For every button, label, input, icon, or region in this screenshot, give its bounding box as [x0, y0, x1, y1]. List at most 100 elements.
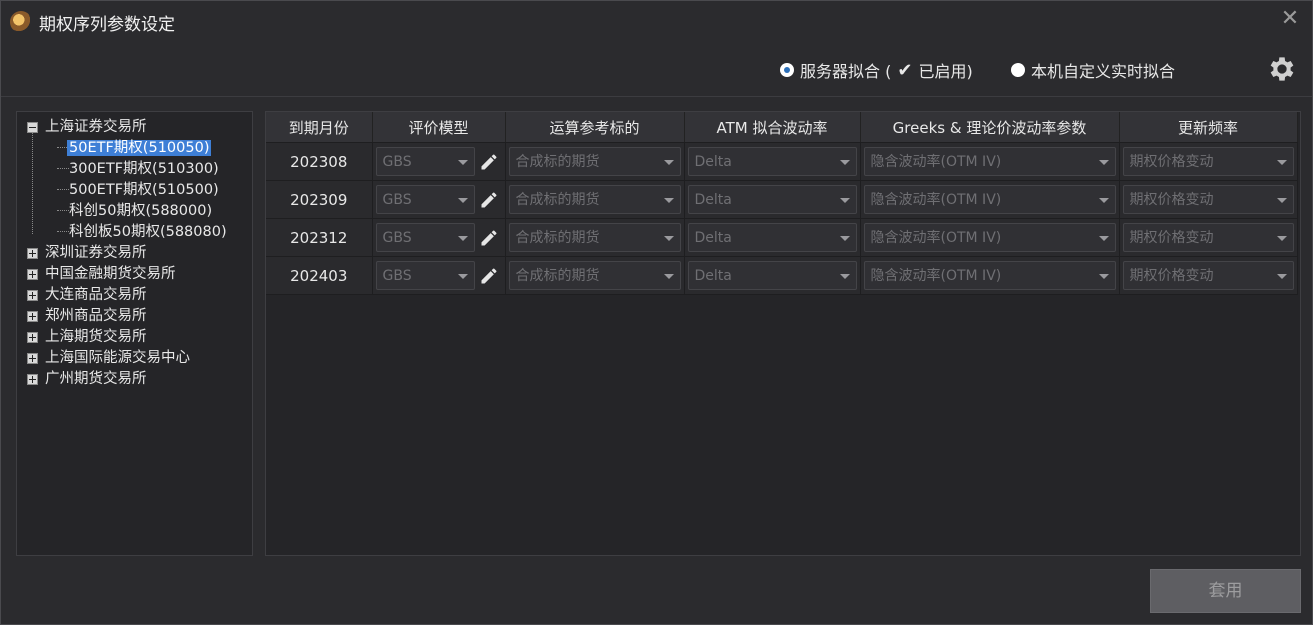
chevron-down-icon: [1098, 274, 1109, 279]
server-fit-radio[interactable]: 服务器拟合 ( ✔ 已启用): [780, 57, 973, 83]
expand-icon[interactable]: [27, 269, 38, 280]
atm-value: Delta: [694, 192, 732, 208]
frequency-dropdown[interactable]: 期权价格变动: [1122, 261, 1294, 290]
app-logo-icon: [10, 11, 32, 33]
greeks-vol-dropdown[interactable]: 隐含波动率(OTM IV): [863, 261, 1116, 290]
greeks-value: 隐含波动率(OTM IV): [870, 192, 1002, 208]
apply-button[interactable]: 套用: [1150, 569, 1301, 613]
tree-node-label: 大连商品交易所: [45, 287, 147, 303]
frequency-dropdown[interactable]: 期权价格变动: [1122, 185, 1294, 214]
server-enabled-label: 已启用): [918, 62, 973, 81]
pencil-icon[interactable]: [479, 266, 499, 286]
greeks-value: 隐含波动率(OTM IV): [870, 154, 1002, 170]
collapse-icon[interactable]: [27, 122, 38, 133]
tree-item-500etf[interactable]: 500ETF期权(510500): [69, 180, 219, 200]
expiry-month: 202403: [266, 256, 373, 295]
chevron-down-icon: [457, 236, 468, 241]
underlying-dropdown[interactable]: 合成标的期货: [508, 185, 681, 214]
tree-node-czce[interactable]: 郑州商品交易所: [27, 306, 147, 326]
chevron-down-icon: [663, 274, 674, 279]
underlying-dropdown[interactable]: 合成标的期货: [508, 261, 681, 290]
model-dropdown[interactable]: GBS: [375, 261, 475, 290]
underlying-cell: 合成标的期货: [505, 256, 685, 295]
chevron-down-icon: [839, 236, 850, 241]
tree-node-dce[interactable]: 大连商品交易所: [27, 285, 147, 305]
exchange-tree: 上海证券交易所 50ETF期权(510050) 300ETF期权(510300)…: [16, 111, 253, 556]
tree-item-label: 科创50期权(588000): [69, 203, 213, 219]
chevron-down-icon: [457, 198, 468, 203]
chevron-down-icon: [663, 160, 674, 165]
tree-item-50etf[interactable]: 50ETF期权(510050): [67, 138, 212, 158]
tree-node-gfex[interactable]: 广州期货交易所: [27, 369, 147, 389]
chevron-down-icon: [839, 274, 850, 279]
expand-icon[interactable]: [27, 311, 38, 322]
greeks-cell: 隐含波动率(OTM IV): [860, 256, 1120, 295]
window-title: 期权序列参数设定: [39, 15, 175, 35]
pencil-icon[interactable]: [479, 190, 499, 210]
tree-node-label: 深圳证券交易所: [45, 245, 147, 261]
model-value: GBS: [382, 230, 412, 246]
underlying-cell: 合成标的期货: [505, 180, 685, 219]
radio-unselected-icon: [1011, 63, 1025, 77]
atm-value: Delta: [694, 154, 732, 170]
expand-icon[interactable]: [27, 332, 38, 343]
gear-icon[interactable]: [1266, 53, 1298, 85]
dialog-window: 期权序列参数设定 ✕ 服务器拟合 ( ✔ 已启用) 本机自定义实时拟合 上海证券…: [0, 0, 1313, 625]
chevron-down-icon: [1276, 274, 1287, 279]
expand-icon[interactable]: [27, 248, 38, 259]
pencil-icon[interactable]: [479, 228, 499, 248]
expand-icon[interactable]: [27, 353, 38, 364]
atm-vol-dropdown[interactable]: Delta: [687, 261, 857, 290]
close-icon[interactable]: ✕: [1278, 7, 1302, 31]
tree-node-cffex[interactable]: 中国金融期货交易所: [27, 264, 176, 284]
tree-item-300etf[interactable]: 300ETF期权(510300): [69, 159, 219, 179]
tree-item-kcb50[interactable]: 科创板50期权(588080): [69, 222, 227, 242]
frequency-dropdown[interactable]: 期权价格变动: [1122, 223, 1294, 252]
atm-vol-dropdown[interactable]: Delta: [687, 147, 857, 176]
header-underlying: 运算参考标的: [505, 112, 685, 143]
tree-item-kc50[interactable]: 科创50期权(588000): [69, 201, 212, 221]
greeks-vol-dropdown[interactable]: 隐含波动率(OTM IV): [863, 223, 1116, 252]
chevron-down-icon: [663, 198, 674, 203]
greeks-vol-dropdown[interactable]: 隐含波动率(OTM IV): [863, 147, 1116, 176]
tree-node-szse[interactable]: 深圳证券交易所: [27, 243, 147, 263]
atm-cell: Delta: [684, 180, 861, 219]
expand-icon[interactable]: [27, 374, 38, 385]
greeks-cell: 隐含波动率(OTM IV): [860, 142, 1120, 181]
chevron-down-icon: [457, 160, 468, 165]
frequency-dropdown[interactable]: 期权价格变动: [1122, 147, 1294, 176]
expand-icon[interactable]: [27, 290, 38, 301]
model-dropdown[interactable]: GBS: [375, 185, 475, 214]
series-params-grid: 到期月份 评价模型 运算参考标的 ATM 拟合波动率 Greeks & 理论价波…: [265, 111, 1301, 556]
chevron-down-icon: [1098, 198, 1109, 203]
tree-node-label: 上海期货交易所: [45, 329, 147, 345]
atm-vol-dropdown[interactable]: Delta: [687, 185, 857, 214]
underlying-dropdown[interactable]: 合成标的期货: [508, 223, 681, 252]
radio-selected-icon: [780, 63, 794, 77]
expiry-month: 202308: [266, 142, 373, 181]
header-model: 评价模型: [372, 112, 506, 143]
tree-node-shfe[interactable]: 上海期货交易所: [27, 327, 147, 347]
tree-node-ine[interactable]: 上海国际能源交易中心: [27, 348, 190, 368]
pencil-icon[interactable]: [479, 152, 499, 172]
model-dropdown[interactable]: GBS: [375, 147, 475, 176]
greeks-vol-dropdown[interactable]: 隐含波动率(OTM IV): [863, 185, 1116, 214]
underlying-dropdown[interactable]: 合成标的期货: [508, 147, 681, 176]
tree-node-label: 上海国际能源交易中心: [45, 350, 190, 366]
table-row: 202403 GBS 合成标的期货 Delta 隐含波动率(OTM IV) 期权…: [266, 256, 1298, 295]
model-value: GBS: [382, 154, 412, 170]
frequency-value: 期权价格变动: [1129, 268, 1214, 284]
atm-cell: Delta: [684, 142, 861, 181]
params-table: 到期月份 评价模型 运算参考标的 ATM 拟合波动率 Greeks & 理论价波…: [266, 112, 1298, 295]
table-row: 202308 GBS 合成标的期货 Delta 隐含波动率(OTM IV) 期权…: [266, 142, 1298, 181]
model-dropdown[interactable]: GBS: [375, 223, 475, 252]
local-fit-radio[interactable]: 本机自定义实时拟合: [1011, 57, 1175, 83]
tree-node-sse[interactable]: 上海证券交易所: [27, 117, 147, 137]
chevron-down-icon: [663, 236, 674, 241]
header-frequency: 更新频率: [1119, 112, 1298, 143]
atm-value: Delta: [694, 268, 732, 284]
table-row: 202309 GBS 合成标的期货 Delta 隐含波动率(OTM IV) 期权…: [266, 180, 1298, 219]
atm-vol-dropdown[interactable]: Delta: [687, 223, 857, 252]
underlying-cell: 合成标的期货: [505, 142, 685, 181]
frequency-value: 期权价格变动: [1129, 154, 1214, 170]
